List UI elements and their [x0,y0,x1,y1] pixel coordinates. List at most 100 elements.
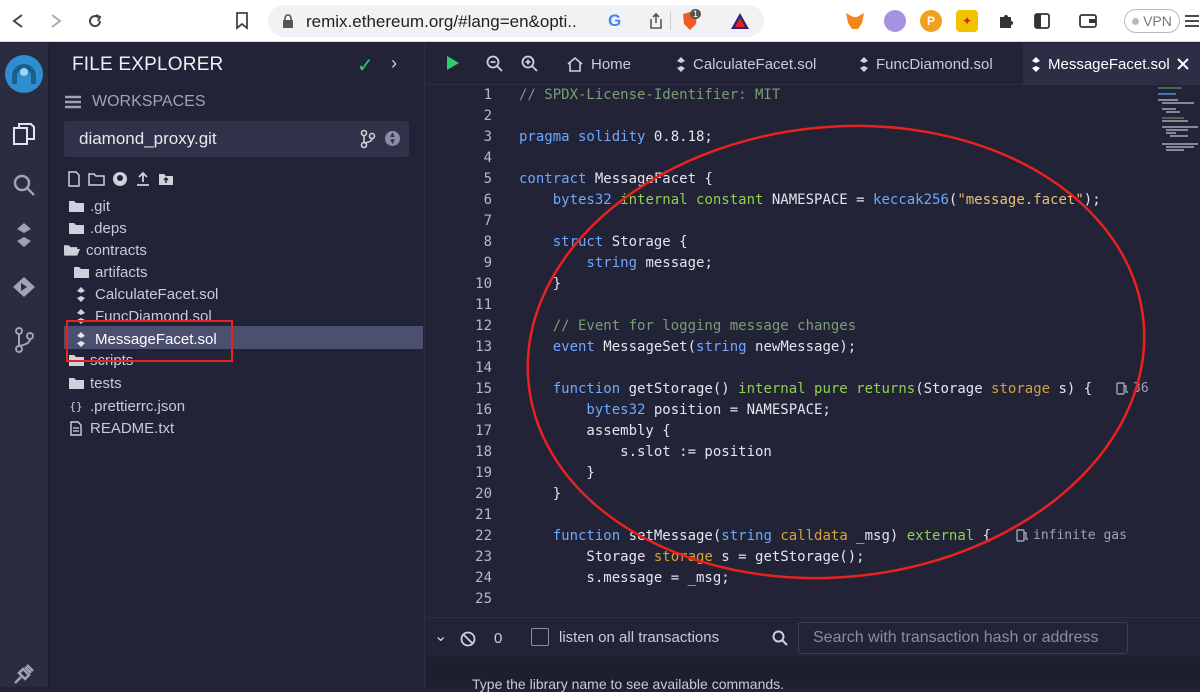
terminal-output: Type the library name to see available c… [426,657,1200,692]
solidity-compiler-icon[interactable] [10,221,38,249]
sidebar-toggle-icon[interactable] [1030,9,1054,33]
tab-funcdiamond[interactable]: FuncDiamond.sol [855,43,997,85]
chevron-right-icon[interactable]: › [391,53,397,74]
terminal-prompt-text: Type the library name to see available c… [472,676,785,692]
fox-extension-icon[interactable]: ✦ [956,10,978,32]
tree-item-artifacts[interactable]: artifacts [73,261,148,283]
ghost-wallet-icon[interactable] [884,10,906,32]
tree-label: .deps [90,219,127,237]
line-number: 25 [475,591,492,607]
brave-rewards-icon[interactable] [730,12,750,30]
line-number: 20 [475,486,492,502]
collapse-chevrons-icon[interactable]: ⌄ [434,626,447,646]
back-icon[interactable] [6,9,30,33]
git-icon[interactable] [10,326,38,354]
line-number: 4 [483,150,492,166]
tree-item-contracts[interactable]: contracts [64,239,147,261]
comment-token: // SPDX-License-Identifier: MIT [519,87,781,103]
upload-folder-icon[interactable] [158,172,174,186]
brave-shield-icon[interactable]: 1 [680,9,702,31]
address-bar[interactable]: remix.ethereum.org/#lang=en&opti... G 1 [268,5,764,37]
line-number: 8 [483,234,492,250]
google-icon[interactable]: G [608,11,621,31]
file-explorer-panel: FILE EXPLORER ✓ › WORKSPACES diamond_pro… [49,43,425,687]
line-number: 12 [475,318,492,334]
tree-item-calculatefacet[interactable]: CalculateFacet.sol [73,283,218,305]
run-play-icon[interactable] [446,55,460,71]
file-toolbar [67,171,174,187]
tree-label: README.txt [90,419,175,437]
plugin-manager-icon[interactable] [10,660,38,688]
hamburger-icon[interactable] [64,94,82,110]
dropdown-sort-icon[interactable]: ▲ ▼ [385,131,400,146]
line-number: 5 [483,171,492,187]
solidity-file-icon [677,56,685,72]
folder-icon [68,220,84,236]
workspaces-label: WORKSPACES [92,93,206,110]
json-file-icon: {} [69,399,83,413]
tab-label: CalculateFacet.sol [693,55,817,73]
github-icon[interactable] [112,171,128,187]
folder-icon [68,198,84,214]
tab-messagefacet[interactable]: MessageFacet.sol [1023,43,1200,85]
line-number: 14 [475,360,492,376]
workspaces-header[interactable]: WORKSPACES [64,93,206,111]
search-icon[interactable] [10,171,38,199]
line-number: 10 [475,276,492,292]
extensions-puzzle-icon[interactable] [994,9,1018,33]
reload-icon[interactable] [83,9,107,33]
vpn-button[interactable]: VPN [1124,9,1180,33]
file-explorer-icon[interactable] [10,120,38,148]
check-icon: ✓ [357,55,374,77]
tree-label: .git [90,197,111,215]
clear-console-icon[interactable] [460,631,476,647]
zoom-out-icon[interactable] [486,55,503,72]
deploy-run-icon[interactable] [10,273,38,301]
line-number: 9 [483,255,492,271]
editor-tab-bar: Home CalculateFacet.sol FuncDiamond.sol … [426,43,1200,85]
editor-area: Home CalculateFacet.sol FuncDiamond.sol … [426,43,1200,692]
separator [670,12,671,30]
line-number: 15 [475,381,492,397]
line-number: 1 [483,87,492,103]
new-folder-icon[interactable] [88,172,105,186]
git-branch-icon[interactable] [359,129,377,149]
tree-label: CalculateFacet.sol [95,285,219,303]
tree-item-deps[interactable]: .deps [68,217,127,239]
tab-home[interactable]: Home [562,43,635,85]
url-text: remix.ethereum.org/#lang=en&opti... [306,12,576,31]
forward-icon[interactable] [44,9,68,33]
line-number: 17 [475,423,492,439]
tab-calculatefacet[interactable]: CalculateFacet.sol [672,43,820,85]
tab-label: Home [591,55,632,73]
line-number: 23 [475,549,492,565]
close-icon[interactable] [1177,58,1189,70]
new-file-icon[interactable] [67,171,81,187]
zoom-in-icon[interactable] [521,55,538,72]
tree-item-tests[interactable]: tests [68,372,122,394]
menu-icon[interactable] [1184,9,1200,33]
coin-extension-icon[interactable]: P [920,10,942,32]
folder-icon [68,375,84,391]
solidity-file-icon [860,56,868,72]
workspace-select[interactable]: diamond_proxy.git ▲ ▼ [64,121,409,157]
listen-checkbox[interactable] [531,628,549,646]
tree-item-readme[interactable]: README.txt [68,417,174,439]
transaction-search-input[interactable]: Search with transaction hash or address [798,622,1128,654]
wallet-icon[interactable] [1076,9,1100,33]
code-line-1: // SPDX-License-Identifier: MIT [519,85,780,106]
tree-item-prettierrc[interactable]: {} .prettierrc.json [68,395,185,417]
bookmark-icon[interactable] [230,9,254,33]
tab-label: MessageFacet.sol [1048,55,1170,73]
line-number: 18 [475,444,492,460]
code-minimap[interactable] [1154,85,1200,165]
home-icon [567,56,583,72]
upload-icon[interactable] [135,171,151,187]
pending-tx-count: 0 [494,630,503,647]
remix-logo-icon[interactable] [3,53,45,95]
line-number: 3 [483,129,492,145]
share-icon[interactable] [648,12,664,30]
tree-item-git[interactable]: .git [68,195,110,217]
line-number: 19 [475,465,492,481]
metamask-icon[interactable] [844,10,866,32]
